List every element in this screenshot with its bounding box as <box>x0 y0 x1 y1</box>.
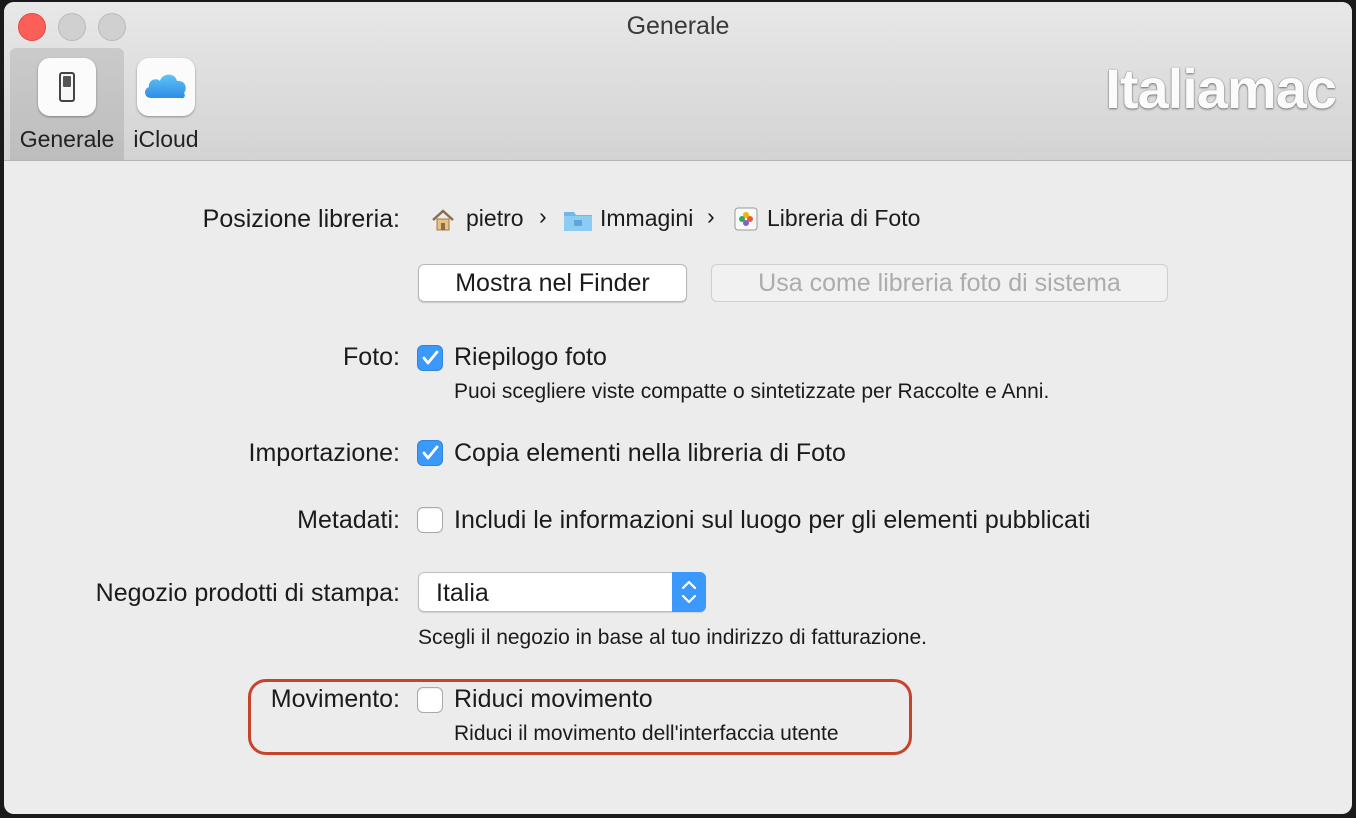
path-segment-library: Libreria di Foto <box>767 205 921 231</box>
path-segment-folder: Immagini <box>600 205 694 231</box>
path-separator: › <box>707 203 715 229</box>
toolbar-tab-icloud[interactable]: iCloud <box>124 48 208 160</box>
library-location-label: Posizione libreria: <box>202 205 400 233</box>
print-store-value: Italia <box>436 579 489 607</box>
toolbar-tab-label: Generale <box>19 126 115 152</box>
checkmark-icon <box>422 350 439 365</box>
copy-items-checkbox[interactable] <box>417 440 443 466</box>
toolbar-tab-generale[interactable]: Generale <box>10 48 124 160</box>
checkmark-icon <box>422 445 439 460</box>
path-segment-home: pietro <box>466 205 524 231</box>
use-as-system-library-button[interactable]: Usa come libreria foto di sistema <box>711 264 1168 302</box>
summarize-photos-description: Puoi scegliere viste compatte o sintetiz… <box>454 380 1050 403</box>
photos-library-icon <box>733 206 759 237</box>
folder-icon <box>563 208 593 237</box>
summarize-photos-checkbox[interactable] <box>417 345 443 371</box>
show-in-finder-button[interactable]: Mostra nel Finder <box>418 264 687 302</box>
switch-icon <box>38 58 96 116</box>
summarize-photos-label[interactable]: Riepilogo foto <box>454 343 607 372</box>
popup-arrows-icon <box>672 572 706 612</box>
include-location-checkbox[interactable] <box>417 507 443 533</box>
toolbar-tab-label: iCloud <box>133 126 199 152</box>
preferences-content: Posizione libreria: pietro › Immagini › <box>4 161 1352 814</box>
photos-label: Foto: <box>343 343 400 371</box>
preferences-window: Generale Generale iCloud Italiamac Posiz… <box>4 2 1352 814</box>
reduce-motion-description: Riduci il movimento dell'interfaccia ute… <box>454 722 839 745</box>
print-store-label: Negozio prodotti di stampa: <box>95 579 400 607</box>
title-bar: Generale Generale iCloud Italiamac <box>4 2 1352 161</box>
copy-items-label[interactable]: Copia elementi nella libreria di Foto <box>454 439 846 468</box>
motion-label: Movimento: <box>270 685 400 713</box>
home-icon <box>430 207 456 238</box>
icloud-icon <box>137 58 195 116</box>
reduce-motion-label[interactable]: Riduci movimento <box>454 685 653 714</box>
watermark-logo: Italiamac <box>1105 57 1337 120</box>
metadata-label: Metadati: <box>297 506 400 534</box>
path-separator: › <box>539 203 547 229</box>
print-store-popup[interactable]: Italia <box>418 572 706 612</box>
import-label: Importazione: <box>248 439 400 467</box>
include-location-label[interactable]: Includi le informazioni sul luogo per gl… <box>454 506 1090 535</box>
window-title: Generale <box>626 12 730 40</box>
print-store-description: Scegli il negozio in base al tuo indiriz… <box>418 626 927 649</box>
reduce-motion-checkbox[interactable] <box>417 687 443 713</box>
